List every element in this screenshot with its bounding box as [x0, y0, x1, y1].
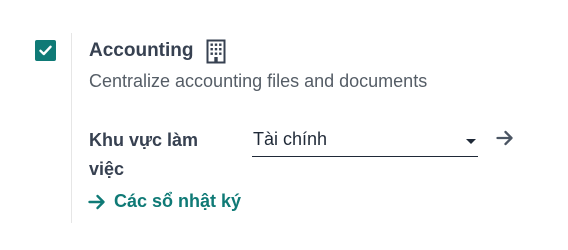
caret-down-icon — [466, 139, 476, 144]
building-icon — [206, 39, 226, 64]
setting-description: Centralize accounting files and document… — [89, 71, 428, 91]
journals-link[interactable]: Các sổ nhật ký — [88, 191, 241, 212]
work-area-value: Tài chính — [253, 129, 328, 149]
work-area-label: Khu vực làm việc — [89, 130, 199, 179]
work-area-select[interactable]: Tài chính — [252, 126, 478, 157]
work-area-open-link[interactable] — [496, 130, 514, 151]
setting-title-row: Accounting — [89, 37, 226, 65]
checkmark-icon — [39, 45, 52, 56]
arrow-right-icon — [88, 194, 106, 210]
accounting-setting: Accounting Centralize accounting files a… — [0, 0, 568, 250]
setting-title: Accounting — [89, 40, 194, 61]
journals-link-label: Các sổ nhật ký — [114, 191, 242, 211]
setting-divider — [71, 33, 72, 223]
accounting-checkbox[interactable] — [35, 40, 56, 61]
arrow-right-icon — [496, 130, 513, 146]
